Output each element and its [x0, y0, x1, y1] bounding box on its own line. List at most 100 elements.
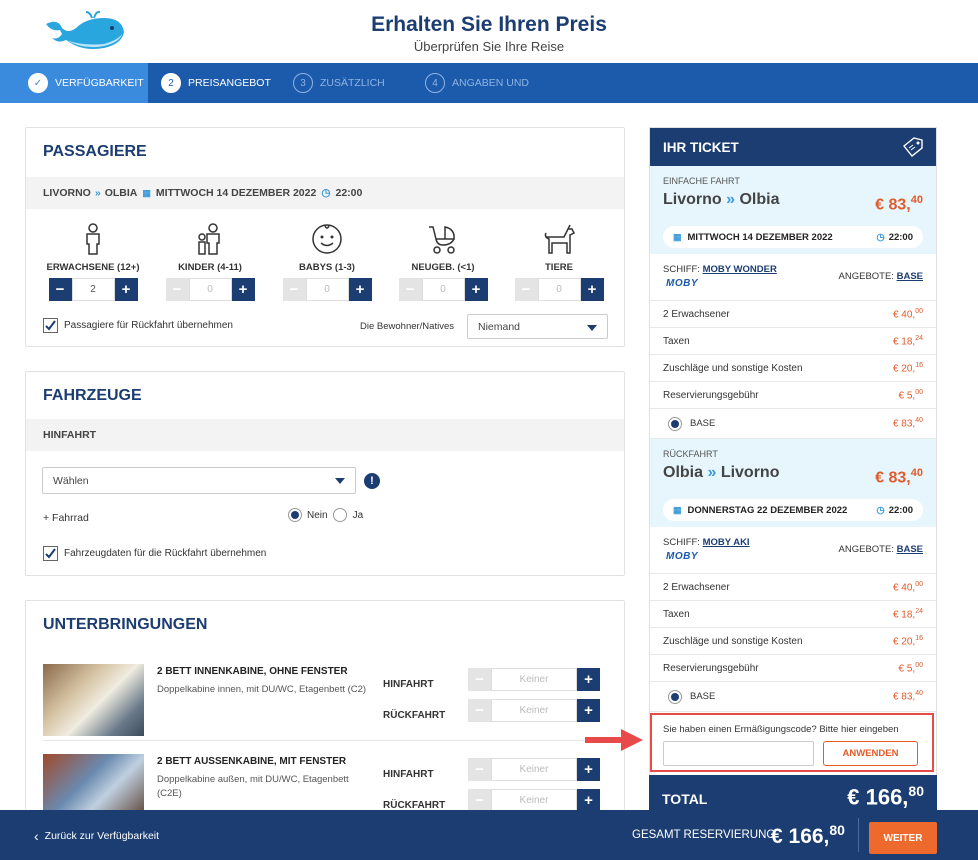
- step-details[interactable]: 4 ANGABEN UND: [425, 63, 529, 103]
- vehicle-select-value: Wählen: [53, 474, 89, 487]
- return-passengers-option[interactable]: Passagiere für Rückfahrt übernehmen: [43, 318, 233, 333]
- total-value: € 166,80: [847, 783, 924, 810]
- leg-datetime: ▦ MITTWOCH 14 DEZEMBER 2022 ◷ 22:00: [663, 226, 923, 248]
- children-value[interactable]: 0: [188, 278, 232, 301]
- bike-yes-label: Ja: [352, 509, 364, 521]
- children-stepper: − 0 +: [150, 278, 270, 301]
- page-title: Erhalten Sie Ihren Preis: [371, 13, 607, 36]
- plus-button[interactable]: +: [114, 278, 138, 301]
- line-label: Reservierungsgebühr: [663, 662, 759, 674]
- info-icon[interactable]: !: [364, 473, 380, 489]
- minus-button[interactable]: −: [514, 278, 538, 301]
- residents-label: Die Bewohner/Natives: [360, 321, 454, 332]
- offer-link[interactable]: BASE: [897, 544, 923, 555]
- minus-button[interactable]: −: [468, 699, 491, 722]
- ship-info: SCHIFF: MOBY WONDER MOBY ANGEBOTE: BASE: [650, 254, 936, 301]
- discount-prompt: Sie haben einen Ermäßigungscode? Bitte h…: [663, 724, 899, 735]
- leg-price-int: € 83,: [875, 469, 911, 487]
- footer-bar: ‹ Zurück zur Verfügbarkeit GESAMT RESERV…: [0, 810, 978, 860]
- plus-button[interactable]: +: [580, 278, 604, 301]
- footer-total-label: GESAMT RESERVIERUNG: [632, 829, 776, 841]
- pets-value[interactable]: 0: [537, 278, 581, 301]
- line-label: Zuschläge und sonstige Kosten: [663, 362, 803, 374]
- step-availability[interactable]: ✓ VERFÜGBARKEIT: [0, 63, 148, 103]
- leg-type: EINFACHE FAHRT: [663, 176, 740, 186]
- cabin-outbound-value[interactable]: Keiner: [491, 668, 577, 691]
- adults-value[interactable]: 2: [71, 278, 115, 301]
- babies-value[interactable]: 0: [305, 278, 349, 301]
- price-line: Zuschläge und sonstige Kosten € 20,16: [650, 628, 936, 655]
- minus-button[interactable]: −: [398, 278, 422, 301]
- offer-link[interactable]: BASE: [897, 271, 923, 282]
- price-line: 2 Erwachsener € 40,00: [650, 574, 936, 601]
- step-price[interactable]: 2 PREISANGEBOT: [148, 63, 283, 103]
- return-passengers-checkbox[interactable]: [43, 318, 58, 333]
- plus-button[interactable]: +: [577, 789, 600, 812]
- chevron-down-icon: [587, 325, 597, 331]
- bike-yes-radio[interactable]: [332, 508, 347, 522]
- cabin-outbound-value[interactable]: Keiner: [491, 758, 577, 781]
- plus-button[interactable]: +: [577, 699, 600, 722]
- adult-icon: [86, 223, 100, 255]
- line-value: € 20,16: [892, 361, 923, 375]
- next-button[interactable]: WEITER: [869, 822, 937, 854]
- bike-label: + Fahrrad: [43, 512, 89, 524]
- cabin-outbound-stepper: − Keiner +: [468, 758, 600, 781]
- vehicles-card: FAHRZEUGE HINFAHRT Wählen ! + Fahrrad Ne…: [25, 371, 625, 576]
- step-extras[interactable]: 3 ZUSÄTZLICH: [293, 63, 385, 103]
- return-vehicle-option[interactable]: Fahrzeugdaten für die Rückfahrt übernehm…: [43, 546, 266, 561]
- leg-price: € 83,40: [875, 467, 923, 487]
- base-fare-radio[interactable]: [668, 689, 682, 704]
- plus-button[interactable]: +: [348, 278, 372, 301]
- minus-button[interactable]: −: [165, 278, 189, 301]
- base-fare-row[interactable]: BASE € 83,40: [650, 409, 936, 439]
- cabin-name: 2 BETT INNENKABINE, OHNE FENSTER: [157, 666, 348, 677]
- newborns-value[interactable]: 0: [421, 278, 465, 301]
- double-chevron-icon: »: [94, 187, 101, 199]
- base-label: BASE: [690, 418, 716, 429]
- pax-label: TIERE: [545, 262, 573, 273]
- plus-button[interactable]: +: [231, 278, 255, 301]
- ship-link[interactable]: MOBY AKI: [703, 537, 750, 548]
- minus-button[interactable]: −: [468, 758, 491, 781]
- discount-code-input[interactable]: [663, 741, 814, 766]
- bike-no-radio[interactable]: [288, 508, 302, 522]
- step-number: 3: [293, 73, 313, 93]
- cabin-return-value[interactable]: Keiner: [491, 789, 577, 812]
- step-number: 2: [161, 73, 181, 93]
- ticket-title: IHR TICKET: [663, 139, 739, 155]
- apply-button[interactable]: ANWENDEN: [823, 741, 918, 766]
- plus-button[interactable]: +: [577, 668, 600, 691]
- route-to: OLBIA: [104, 187, 138, 199]
- cabin-return-value[interactable]: Keiner: [491, 699, 577, 722]
- minus-button[interactable]: −: [282, 278, 306, 301]
- vehicle-select[interactable]: Wählen: [42, 467, 356, 494]
- accommodations-card: UNTERBRINGUNGEN 2 BETT INNENKABINE, OHNE…: [25, 600, 625, 826]
- return-label: RÜCKFAHRT: [383, 710, 446, 721]
- line-label: 2 Erwachsener: [663, 308, 730, 320]
- plus-button[interactable]: +: [464, 278, 488, 301]
- baby-icon: [312, 224, 342, 254]
- leg-datetime: ▦ DONNERSTAG 22 DEZEMBER 2022 ◷ 22:00: [663, 499, 923, 521]
- price-line: Reservierungsgebühr € 5,00: [650, 655, 936, 682]
- minus-button[interactable]: −: [48, 278, 72, 301]
- return-vehicle-checkbox[interactable]: [43, 546, 58, 561]
- price-line: 2 Erwachsener € 40,00: [650, 301, 936, 328]
- leg-date: DONNERSTAG 22 DEZEMBER 2022: [687, 504, 848, 516]
- residents-select[interactable]: Niemand: [467, 314, 608, 339]
- leg-type: RÜCKFAHRT: [663, 449, 718, 459]
- base-fare-radio[interactable]: [668, 416, 682, 431]
- ship-link[interactable]: MOBY WONDER: [703, 264, 777, 275]
- minus-button[interactable]: −: [468, 668, 491, 691]
- clock-icon: ◷: [876, 231, 885, 243]
- passengers-title: PASSAGIERE: [43, 143, 147, 160]
- line-value: € 18,24: [892, 334, 923, 348]
- divider: [858, 818, 859, 852]
- minus-button[interactable]: −: [468, 789, 491, 812]
- leg-time: 22:00: [888, 504, 913, 516]
- cabin-return-stepper: − Keiner +: [468, 789, 600, 812]
- base-fare-row[interactable]: BASE € 83,40: [650, 682, 936, 712]
- leg-to: Olbia: [739, 191, 780, 208]
- back-link[interactable]: ‹ Zurück zur Verfügbarkeit: [34, 828, 159, 844]
- plus-button[interactable]: +: [577, 758, 600, 781]
